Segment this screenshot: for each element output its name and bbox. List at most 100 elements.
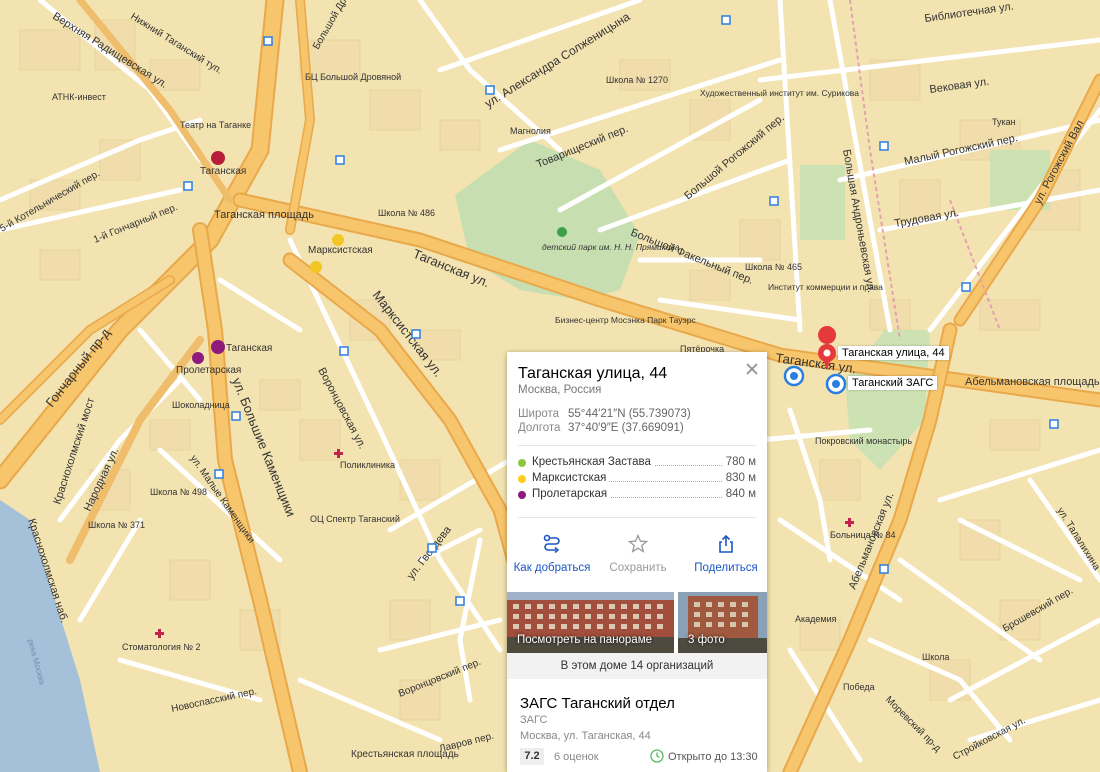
poi-label: БЦ Большой Дровяной <box>305 72 401 82</box>
poi-label: Шоколадница <box>172 400 230 410</box>
poi-label: детский парк им. Н. Н. Прямикова <box>542 242 680 252</box>
org-category: ЗАГС <box>520 714 548 726</box>
street-label: Таганская площадь <box>214 209 314 221</box>
metro-label: Пролетарская <box>176 365 241 376</box>
metro-line-dot-icon <box>518 475 526 483</box>
place-card: Таганская улица, 44 Москва, Россия Широт… <box>507 352 767 772</box>
poi-label: Поликлиника <box>340 460 395 470</box>
poi-label: Институт коммерции и права <box>768 282 883 292</box>
bus-stop-icon <box>721 15 731 25</box>
bus-stop-icon <box>214 469 224 479</box>
bus-stop-icon <box>879 564 889 574</box>
rating-badge: 7.2 <box>520 748 544 765</box>
save-button[interactable]: Сохранить <box>595 534 681 574</box>
poi-label: Школа № 371 <box>88 520 145 530</box>
poi-label: Победа <box>843 682 875 692</box>
tree-icon <box>557 227 567 237</box>
card-subtitle: Москва, Россия <box>518 384 602 396</box>
pin-label[interactable]: Таганская улица, 44 <box>838 346 949 360</box>
longitude-label: Долгота <box>518 422 561 434</box>
metro-station-row[interactable]: Крестьянская Застава 780 м <box>518 456 756 470</box>
metro-label: Таганская <box>200 166 246 177</box>
route-label: Как добраться <box>513 562 591 574</box>
bus-stop-icon <box>485 85 495 95</box>
zags-label[interactable]: Таганский ЗАГС <box>848 376 938 390</box>
poi-label: Покровский монастырь <box>815 436 912 446</box>
share-icon <box>719 534 733 553</box>
org-title[interactable]: ЗАГС Таганский отдел <box>520 695 675 712</box>
divider <box>518 517 756 518</box>
bus-stop-icon <box>961 282 971 292</box>
route-button[interactable]: Как добраться <box>509 534 595 574</box>
bus-stop-icon <box>231 411 241 421</box>
panorama-label: Посмотреть на панораме <box>517 634 652 646</box>
poi-label: Тукан <box>992 117 1016 127</box>
bus-stop-icon <box>339 346 349 356</box>
metro-station-distance: 780 м <box>722 456 756 468</box>
photo-strip: Посмотреть на панораме 3 фото <box>507 592 767 653</box>
poi-label: ОЦ Спектр Таганский <box>310 514 400 524</box>
poi-label: Академия <box>795 614 837 624</box>
photos-button[interactable]: 3 фото <box>678 592 767 653</box>
org-address: Москва, ул. Таганская, 44 <box>520 730 651 742</box>
metro-label: Таганская <box>226 343 272 354</box>
star-icon <box>628 534 648 553</box>
share-button[interactable]: Поделиться <box>683 534 767 574</box>
hours-label: Открыто до 13:30 <box>668 751 758 763</box>
zags-marker-dot <box>832 380 840 388</box>
metro-station-name: Пролетарская <box>532 488 611 500</box>
poi-label: АТНК-инвест <box>52 92 106 102</box>
poi-label: Школа № 465 <box>745 262 802 272</box>
bus-stop-icon <box>263 36 273 46</box>
latitude-row: Широта 55°44′21″N (55.739073) <box>518 408 691 420</box>
card-title: Таганская улица, 44 <box>518 365 668 382</box>
bus-stop-icon <box>455 596 465 606</box>
bus-stop-icon <box>1049 419 1059 429</box>
close-icon[interactable] <box>745 362 759 376</box>
save-label: Сохранить <box>609 562 667 574</box>
metro-station-name: Крестьянская Застава <box>532 456 654 468</box>
metro-line-dot-icon <box>518 491 526 499</box>
metro-icon <box>192 352 204 364</box>
bus-stop-icon <box>427 543 437 553</box>
latitude-label: Широта <box>518 408 560 420</box>
metro-station-distance: 840 м <box>722 488 756 500</box>
green-area <box>800 165 845 240</box>
photos-label: 3 фото <box>688 634 725 646</box>
bus-stop-icon <box>411 329 421 339</box>
poi-label: Магнолия <box>510 126 551 136</box>
metro-icon <box>211 340 225 354</box>
bus-stop-icon <box>183 181 193 191</box>
reviews-count[interactable]: 6 оценок <box>554 751 599 763</box>
poi-label: Театр на Таганке <box>180 120 251 130</box>
metro-station-distance: 830 м <box>722 472 756 484</box>
metro-station-row[interactable]: Пролетарская 840 м <box>518 488 756 502</box>
metro-station-name: Марксистская <box>532 472 610 484</box>
metro-station-row[interactable]: Марксистская 830 м <box>518 472 756 486</box>
longitude-value[interactable]: 37°40′9″E (37.669091) <box>568 422 684 434</box>
latitude-value[interactable]: 55°44′21″N (55.739073) <box>568 408 691 420</box>
poi-label: Больница № 84 <box>830 530 895 540</box>
bus-stop-icon <box>769 196 779 206</box>
poi-label: Школа <box>922 652 949 662</box>
divider <box>518 445 756 446</box>
metro-line-dot-icon <box>518 459 526 467</box>
poi-label: Школа № 1270 <box>606 75 668 85</box>
poi-label: Художественный институт им. Сурикова <box>700 88 859 98</box>
street-label: Абельмановская площадь <box>965 376 1100 388</box>
poi-label: Школа № 486 <box>378 208 435 218</box>
organizations-link[interactable]: В этом доме 14 организаций <box>507 653 767 679</box>
clock-icon <box>650 749 664 763</box>
panorama-button[interactable]: Посмотреть на панораме <box>507 592 674 653</box>
longitude-row: Долгота 37°40′9″E (37.669091) <box>518 422 684 434</box>
metro-icon <box>310 261 322 273</box>
share-label: Поделиться <box>694 562 758 574</box>
bus-stop-icon <box>879 141 889 151</box>
route-icon <box>543 534 560 554</box>
metro-label: Марксистская <box>308 245 373 256</box>
bus-stop-icon <box>335 155 345 165</box>
poi-label: Стоматология № 2 <box>122 642 201 652</box>
metro-icon <box>211 151 225 165</box>
location-marker-dot <box>790 372 798 380</box>
poi-label: Школа № 498 <box>150 487 207 497</box>
